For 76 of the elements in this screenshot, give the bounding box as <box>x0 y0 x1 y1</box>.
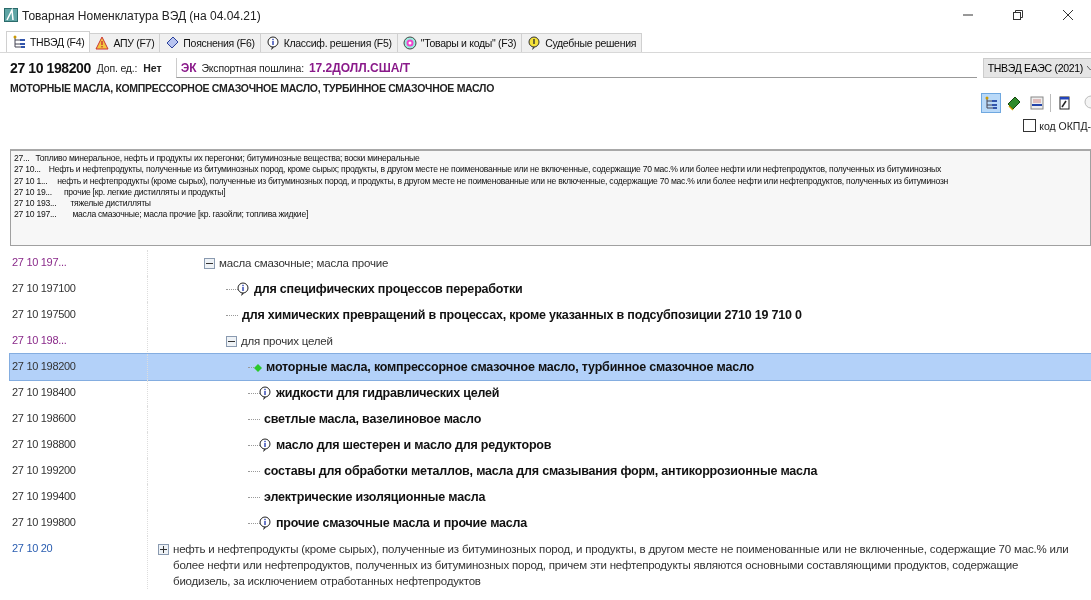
code-cell: 27 10 197100 <box>10 276 148 302</box>
close-icon <box>1063 10 1073 20</box>
node-text: для прочих целей <box>241 334 333 349</box>
extra-unit-label: Доп. ед.: <box>96 62 138 74</box>
restore-icon <box>1013 10 1023 20</box>
node-text: для специфических процессов переработки <box>254 281 523 297</box>
notepad-icon <box>1057 96 1071 110</box>
breadcrumb-text: Нефть и нефтепродукты, полученные из битуминозных пород, кроме сырых; продукты, в другом месте не поименованные или не включенные, содержащие 70 мас.% или более нефти или нефтепродуктов, полученных из битуминозных <box>48 164 942 176</box>
toolbar-button[interactable] <box>981 93 1001 113</box>
collapse-toggle[interactable] <box>226 336 237 347</box>
node-text: масла смазочные; масла прочие <box>219 256 389 271</box>
code-cell: 27 10 199400 <box>10 484 148 510</box>
node-text: светлые масла, вазелиновое масло <box>264 411 482 427</box>
code-cell: 27 10 197500 <box>10 302 148 328</box>
extra-unit-value: Нет <box>143 62 162 74</box>
lightbulb-icon <box>527 36 542 50</box>
duty-value: 17.2ДОЛЛ.США/Т <box>308 60 411 75</box>
tab[interactable]: "Товары и коды" (F3) <box>396 33 523 52</box>
node-text: составы для обработки металлов, масла для смазывания форм, антикоррозионные масла <box>264 463 818 479</box>
tree-row[interactable]: 27 10 197100 для специфических процессов переработки <box>10 276 1091 302</box>
node-text: прочие смазочные масла и прочие масла <box>276 515 527 531</box>
node-text: жидкости для гидравлических целей <box>276 385 500 401</box>
tab[interactable]: Пояснения (F6) <box>159 33 261 52</box>
disc-icon <box>402 36 417 50</box>
node-text: моторные масла, компрессорное смазочное масло, турбинное смазочное масло <box>266 359 754 375</box>
tree-row[interactable]: 27 10 198600 светлые масла, вазелиновое масло <box>10 406 1091 432</box>
window-title: Товарная Номенклатура ВЭД (на 04.04.21) <box>22 8 262 23</box>
tab[interactable]: Судебные решения <box>521 33 643 52</box>
code-cell: 27 10 199200 <box>10 458 148 484</box>
tree-row[interactable]: 27 10 198400 жидкости для гидравлических целей <box>10 380 1091 406</box>
breadcrumb-code: 27 10 197... <box>14 209 57 221</box>
commodity-code: 27 10 198200 <box>10 60 91 76</box>
expand-toggle[interactable] <box>158 544 169 555</box>
list-icon <box>1030 96 1044 110</box>
breadcrumb-code: 27 10 1... <box>14 175 48 187</box>
okpd-checkbox[interactable]: код ОКПД- <box>1023 119 1091 132</box>
node-text: нефть и нефтепродукты (кроме сырых), полученные из битуминозных пород, и продукты, в другом месте не поименованные или не включенные, содержащие 70 мас.% или более нефти или нефтепродуктов, полученных из битуминозных пород, причем эти нефтепродукты являются основными составляющими продуктов, содержащие биодизель, за исключением отработанных нефтепродуктов <box>173 542 1070 589</box>
tab[interactable]: ТНВЭД (F4) <box>6 31 91 52</box>
tree-row[interactable]: 27 10 199800 прочие смазочные масла и прочие масла <box>10 510 1091 536</box>
code-cell: 27 10 198400 <box>10 380 148 406</box>
tree-view-icon <box>984 96 998 110</box>
breadcrumb-code: 27 10 19... <box>14 186 52 199</box>
tree-icon <box>12 35 26 49</box>
breadcrumb-text: нефть и нефтепродукты (кроме сырых), полученные из битуминозных пород, и продукты, в другом месте не поименованные или не включенные, содержащие 70 мас.% или более нефти или нефтепродуктов, полученных из битуминозн <box>57 175 949 187</box>
breadcrumb-text: Топливо минеральное, нефть и продукты их перегонки; битуминозные вещества; воски минеральные <box>35 153 420 165</box>
app-icon <box>4 8 18 22</box>
collapse-toggle[interactable] <box>204 258 215 269</box>
code-cell: 27 10 20 <box>10 536 148 589</box>
node-text: для химических превращений в процессах, кроме указанных в подсубпозиции 2710 19 710 0 <box>242 307 802 323</box>
edition-dropdown[interactable]: ТНВЭД ЕАЭС (2021) <box>982 58 1091 78</box>
duty-tag: ЭК <box>180 60 197 75</box>
breadcrumb-text: тяжелые дистилляты <box>70 198 151 210</box>
code-cell: 27 10 197... <box>10 250 148 276</box>
tree-row[interactable]: 27 10 197500 для химических превращений в процессах, кроме указанных в подсубпозиции 2710 19 710 0 <box>10 302 1091 328</box>
code-cell: 27 10 198200 <box>10 354 148 380</box>
tab[interactable]: АПУ (F7) <box>89 33 161 52</box>
code-cell: 27 10 199800 <box>10 510 148 536</box>
code-cell: 27 10 198600 <box>10 406 148 432</box>
breadcrumb-text: прочие [кр. легкие дистилляты и продукты] <box>63 186 226 199</box>
breadcrumb-code: 27 10... <box>14 164 41 176</box>
tree-row[interactable]: 27 10 197... масла смазочные; масла прочие <box>10 250 1091 276</box>
description: МОТОРНЫЕ МАСЛА, КОМПРЕССОРНОЕ СМАЗОЧНОЕ МАСЛО, ТУРБИННОЕ СМАЗОЧНОЕ МАСЛО <box>10 82 495 94</box>
breadcrumb-code: 27 10 193... <box>14 198 57 210</box>
tab[interactable]: Классиф. решения (F5) <box>259 33 398 52</box>
tree-row[interactable]: 27 10 198800 масло для шестерен и масло для редукторов <box>10 432 1091 458</box>
duty-label: Экспортная пошлина: <box>201 61 304 74</box>
node-text: электрические изоляционные масла <box>264 489 486 505</box>
selected-tree-row[interactable]: 27 10 198200 моторные масла, компрессорное смазочное масло, турбинное смазочное масло <box>10 354 1091 380</box>
tree-row[interactable]: 27 10 199400 электрические изоляционные масла <box>10 484 1091 510</box>
toolbar-button[interactable] <box>1027 93 1047 113</box>
code-cell: 27 10 198800 <box>10 432 148 458</box>
tree-row[interactable]: 27 10 199200 составы для обработки металлов, масла для смазывания форм, антикоррозионные масла <box>10 458 1091 484</box>
node-text: масло для шестерен и масло для редукторов <box>276 437 552 453</box>
breadcrumb-text: масла смазочные; масла прочие [кр. газойли; топлива жидкие] <box>72 209 309 221</box>
warning-icon <box>95 36 110 50</box>
breadcrumb-code: 27... <box>14 153 30 165</box>
